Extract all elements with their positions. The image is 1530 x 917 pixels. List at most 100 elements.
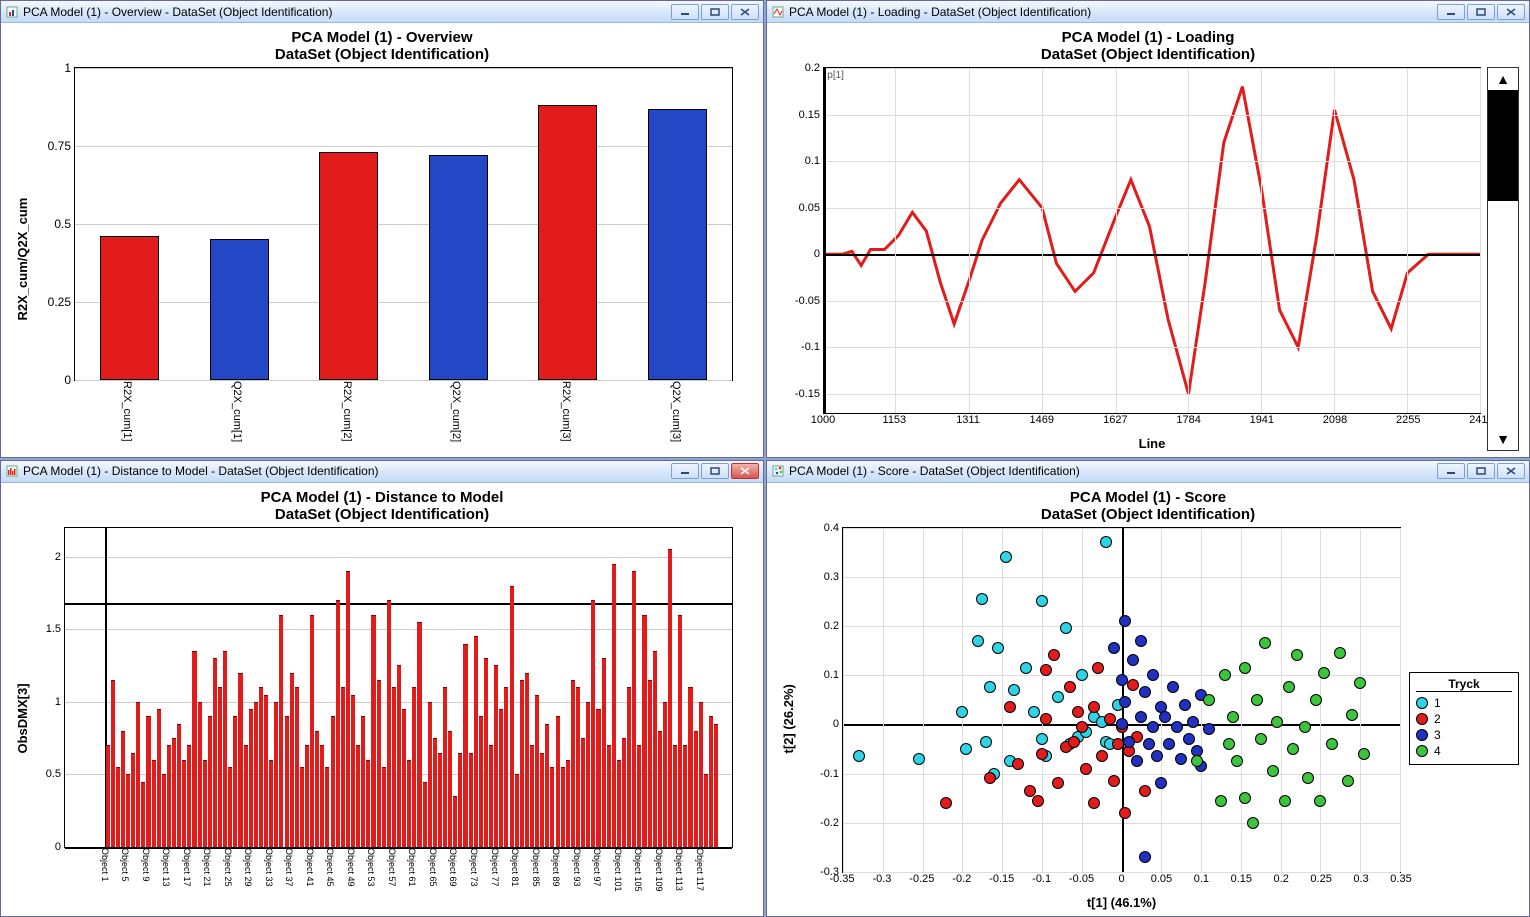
- dmodx-bar[interactable]: [187, 745, 191, 847]
- dmodx-bar[interactable]: [295, 687, 299, 847]
- dmodx-bar[interactable]: [515, 774, 519, 847]
- score-point[interactable]: [1259, 637, 1271, 649]
- dmodx-bar[interactable]: [714, 724, 718, 847]
- dmodx-bar[interactable]: [510, 586, 514, 847]
- maximize-button[interactable]: [701, 463, 729, 479]
- dmodx-bar[interactable]: [285, 716, 289, 847]
- score-point[interactable]: [1215, 795, 1227, 807]
- score-point[interactable]: [853, 750, 865, 762]
- score-point[interactable]: [1127, 654, 1139, 666]
- dmodx-bar[interactable]: [116, 767, 120, 847]
- dmodx-bar[interactable]: [637, 745, 641, 847]
- score-point[interactable]: [1255, 733, 1267, 745]
- dmodx-bar[interactable]: [612, 564, 616, 847]
- score-point[interactable]: [1135, 711, 1147, 723]
- loading-plot[interactable]: -0.15-0.1-0.0500.050.10.150.2p[1]: [823, 67, 1481, 414]
- score-point[interactable]: [1179, 699, 1191, 711]
- dmodx-bar[interactable]: [192, 651, 196, 847]
- titlebar-loading[interactable]: PCA Model (1) - Loading - DataSet (Objec…: [767, 1, 1529, 23]
- overview-bar[interactable]: [100, 236, 159, 379]
- score-point[interactable]: [1191, 755, 1203, 767]
- score-point[interactable]: [1143, 738, 1155, 750]
- score-point[interactable]: [1004, 701, 1016, 713]
- dmodx-bar[interactable]: [208, 716, 212, 847]
- score-point[interactable]: [984, 681, 996, 693]
- dmodx-bar[interactable]: [392, 687, 396, 847]
- score-point[interactable]: [1219, 669, 1231, 681]
- dmodx-bar[interactable]: [300, 767, 304, 847]
- dmodx-bar[interactable]: [223, 651, 227, 847]
- dmodx-bar[interactable]: [474, 636, 478, 847]
- dmodx-bar[interactable]: [366, 760, 370, 847]
- score-point[interactable]: [1048, 649, 1060, 661]
- dmodx-bar[interactable]: [545, 724, 549, 847]
- score-point[interactable]: [1342, 775, 1354, 787]
- loading-component-scroller[interactable]: ▲ ▼: [1487, 67, 1519, 451]
- dmodx-bar[interactable]: [433, 738, 437, 847]
- score-point[interactable]: [1116, 718, 1128, 730]
- dmodx-bar[interactable]: [331, 716, 335, 847]
- score-plot[interactable]: -0.3-0.2-0.100.10.20.30.4: [842, 527, 1401, 874]
- titlebar-overview[interactable]: PCA Model (1) - Overview - DataSet (Obje…: [1, 1, 763, 23]
- dmodx-bar[interactable]: [489, 745, 493, 847]
- dmodx-bar[interactable]: [111, 680, 115, 847]
- score-point[interactable]: [1163, 738, 1175, 750]
- dmodx-bar[interactable]: [520, 680, 524, 847]
- score-point[interactable]: [1227, 711, 1239, 723]
- score-point[interactable]: [1291, 649, 1303, 661]
- score-point[interactable]: [1147, 721, 1159, 733]
- dmodx-bar[interactable]: [315, 731, 319, 847]
- dmodx-bar[interactable]: [602, 658, 606, 847]
- score-point[interactable]: [1119, 807, 1131, 819]
- dmodx-bar[interactable]: [157, 709, 161, 847]
- dmodx-bar[interactable]: [233, 716, 237, 847]
- score-point[interactable]: [1131, 755, 1143, 767]
- dmodx-bar[interactable]: [622, 738, 626, 847]
- dmodx-bar[interactable]: [576, 687, 580, 847]
- score-point[interactable]: [913, 753, 925, 765]
- score-point[interactable]: [1310, 694, 1322, 706]
- close-button[interactable]: [1497, 4, 1525, 20]
- dmodx-bar[interactable]: [499, 709, 503, 847]
- score-point[interactable]: [1088, 797, 1100, 809]
- score-point[interactable]: [1036, 733, 1048, 745]
- dmodx-bar[interactable]: [131, 753, 135, 847]
- dmodx-bar[interactable]: [106, 745, 110, 847]
- dmodx-bar[interactable]: [382, 767, 386, 847]
- dmodx-bar[interactable]: [371, 615, 375, 847]
- score-point[interactable]: [1358, 748, 1370, 760]
- score-point[interactable]: [1223, 738, 1235, 750]
- score-point[interactable]: [1302, 772, 1314, 784]
- dmodx-bar[interactable]: [146, 716, 150, 847]
- dmodx-bar[interactable]: [264, 695, 268, 847]
- score-point[interactable]: [1036, 748, 1048, 760]
- titlebar-score[interactable]: PCA Model (1) - Score - DataSet (Object …: [767, 461, 1529, 483]
- dmodx-bar[interactable]: [361, 716, 365, 847]
- score-point[interactable]: [980, 736, 992, 748]
- score-point[interactable]: [1123, 736, 1135, 748]
- dmodx-bar[interactable]: [254, 702, 258, 847]
- dmodx-bar[interactable]: [627, 687, 631, 847]
- dmodx-bar[interactable]: [704, 774, 708, 847]
- score-point[interactable]: [1247, 817, 1259, 829]
- score-point[interactable]: [972, 635, 984, 647]
- dmodx-bar[interactable]: [417, 622, 421, 847]
- score-point[interactable]: [1203, 694, 1215, 706]
- dmodx-bar[interactable]: [596, 709, 600, 847]
- score-point[interactable]: [1096, 750, 1108, 762]
- dmodx-bar[interactable]: [463, 644, 467, 847]
- dmodx-bar[interactable]: [550, 767, 554, 847]
- dmodx-bar[interactable]: [443, 687, 447, 847]
- overview-bar[interactable]: [538, 105, 597, 379]
- dmodx-bar[interactable]: [607, 745, 611, 847]
- score-point[interactable]: [960, 743, 972, 755]
- dmodx-bar[interactable]: [668, 549, 672, 847]
- score-point[interactable]: [1104, 713, 1116, 725]
- score-point[interactable]: [1283, 681, 1295, 693]
- dmodx-bar[interactable]: [351, 695, 355, 847]
- score-point[interactable]: [1271, 716, 1283, 728]
- dmodx-bar[interactable]: [469, 753, 473, 847]
- dmodx-bar[interactable]: [228, 767, 232, 847]
- maximize-button[interactable]: [1467, 4, 1495, 20]
- score-point[interactable]: [1175, 753, 1187, 765]
